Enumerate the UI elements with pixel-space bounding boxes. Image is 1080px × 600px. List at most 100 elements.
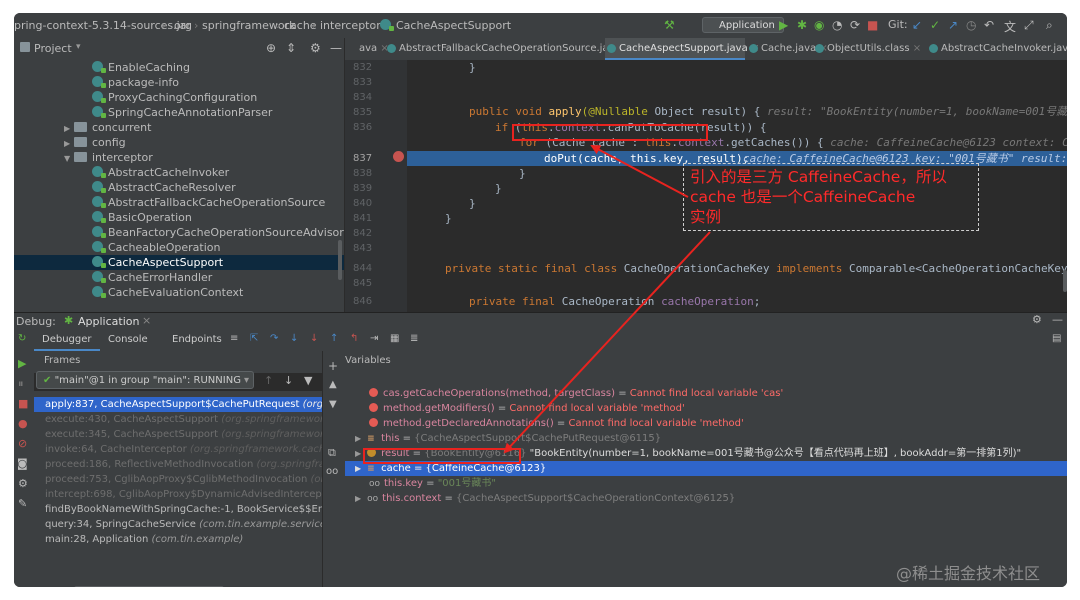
tree-item[interactable]: CacheableOperation xyxy=(14,240,344,255)
coverage-icon[interactable]: ◉ xyxy=(814,18,824,32)
evaluate-icon[interactable]: ▦ xyxy=(390,333,399,344)
tree-item[interactable]: SpringCacheAnnotationParser xyxy=(14,105,344,120)
tree-item[interactable]: EnableCaching xyxy=(14,60,344,75)
resume-icon[interactable]: ▶ xyxy=(18,357,26,370)
translate-icon[interactable]: 文 xyxy=(1004,18,1016,35)
arrow-up-icon[interactable]: ↑ xyxy=(264,374,273,387)
tab-console[interactable]: Console xyxy=(100,329,156,351)
tree-item[interactable]: BeanFactoryCacheOperationSourceAdvisor xyxy=(14,225,344,240)
tree-item[interactable]: ▶ concurrent xyxy=(14,120,344,135)
tree-item[interactable]: BasicOperation xyxy=(14,210,344,225)
history-icon[interactable]: ◷ xyxy=(966,18,976,32)
frame-item[interactable]: intercept:698, CglibAopProxy$DynamicAdvi… xyxy=(34,487,322,502)
step-out-icon[interactable]: ↑ xyxy=(330,333,338,344)
chevron-right-icon[interactable]: ▶ xyxy=(355,434,361,443)
chevron-down-icon[interactable]: ▾ xyxy=(76,42,81,52)
camera-icon[interactable]: ◙ xyxy=(17,457,28,470)
gear-icon[interactable]: ⚙ xyxy=(1032,313,1042,326)
force-step-into-icon[interactable]: ↓ xyxy=(310,333,318,344)
frames-scrollbar[interactable] xyxy=(74,586,224,587)
tree-item[interactable]: ▶ config xyxy=(14,135,344,150)
gear-icon[interactable]: ⚙ xyxy=(310,41,321,55)
settings-icon[interactable]: ⚙ xyxy=(18,477,28,490)
tree-item[interactable]: CacheErrorHandler xyxy=(14,270,344,285)
run-configuration-select[interactable]: Application ▾ xyxy=(702,17,784,47)
frame-item[interactable]: execute:345, CacheAspectSupport (org.spr… xyxy=(34,427,322,442)
minimize-icon[interactable]: — xyxy=(1052,313,1063,326)
profile-icon[interactable]: ◔ xyxy=(832,18,842,32)
breadcrumb-class[interactable]: CacheAspectSupport xyxy=(380,19,511,32)
debug-session-tab[interactable]: Application xyxy=(78,315,139,328)
expand-icon[interactable]: ⤢ xyxy=(1024,18,1034,33)
debug-icon[interactable]: ✱ xyxy=(797,18,807,32)
minimize-icon[interactable]: — xyxy=(330,41,342,55)
frame-item[interactable]: execute:430, CacheAspectSupport (org.spr… xyxy=(34,412,322,427)
step-into-icon[interactable]: ↓ xyxy=(290,333,298,344)
hammer-icon[interactable]: ⚒ xyxy=(664,18,675,32)
watches-icon[interactable]: oo xyxy=(326,466,338,477)
frame-item[interactable]: findByBookNameWithSpringCache:-1, BookSe… xyxy=(34,502,322,517)
attach-icon[interactable]: ⟳ xyxy=(850,18,860,32)
step-over-icon[interactable]: ↷ xyxy=(270,333,278,344)
locate-icon[interactable]: ⊕ xyxy=(266,41,276,55)
chevron-right-icon[interactable]: ▶ xyxy=(355,494,361,503)
chevron-right-icon[interactable]: ▶ xyxy=(64,136,74,151)
git-commit-icon[interactable]: ✓ xyxy=(930,18,940,32)
frame-item[interactable]: apply:837, CacheAspectSupport$CachePutRe… xyxy=(34,397,322,412)
close-icon[interactable]: × xyxy=(913,43,921,54)
run-icon[interactable]: ▶ xyxy=(779,18,788,32)
pause-icon[interactable]: ⏸ xyxy=(18,377,24,391)
chevron-down-icon[interactable]: ▼ xyxy=(64,151,74,166)
breakpoint-icon[interactable] xyxy=(393,151,404,162)
chevron-right-icon[interactable]: ▶ xyxy=(355,449,361,458)
mute-breakpoints-icon[interactable]: ⊘ xyxy=(18,437,27,450)
variable-row[interactable]: ▶ ≡ this = {CacheAspectSupport$CachePutReq… xyxy=(345,431,1067,446)
tab-abstract-cache-invoker[interactable]: AbstractCacheInvoker.java × xyxy=(927,38,1067,60)
frame-item[interactable]: query:34, SpringCacheService (com.tin.ex… xyxy=(34,517,322,532)
view-breakpoints-icon[interactable]: ● xyxy=(18,417,28,430)
rollback-icon[interactable]: ↶ xyxy=(984,18,994,32)
git-push-icon[interactable]: ↗ xyxy=(948,18,958,32)
stop-icon[interactable]: ■ xyxy=(18,397,28,410)
run-to-cursor-icon[interactable]: ⇥ xyxy=(370,333,378,344)
chevron-right-icon[interactable]: ▶ xyxy=(64,121,74,136)
variable-row[interactable]: oo this.key = "001号藏书" xyxy=(345,476,1067,491)
layout-icon[interactable]: ▤ xyxy=(1052,333,1061,344)
search-icon[interactable]: ⌕ xyxy=(1046,18,1053,33)
tree-item[interactable]: AbstractCacheResolver xyxy=(14,180,344,195)
breadcrumb-org[interactable]: org xyxy=(174,19,192,32)
variable-row[interactable]: cas.getCacheOperations(method, targetCla… xyxy=(345,386,1067,401)
drop-frame-icon[interactable]: ↰ xyxy=(350,333,358,344)
filter-icon[interactable]: ▼ xyxy=(304,374,312,387)
tab-object-utils[interactable]: ObjectUtils.class × xyxy=(813,38,921,60)
variable-row[interactable]: ▶ oo this.context = {CacheAspectSupport$Ca… xyxy=(345,491,1067,506)
tree-item[interactable]: package-info xyxy=(14,75,344,90)
pin-icon[interactable]: ✎ xyxy=(18,497,27,510)
collapse-icon[interactable]: ⇕ xyxy=(286,41,296,55)
tree-item-selected[interactable]: CacheAspectSupport xyxy=(14,255,344,270)
project-scrollbar[interactable] xyxy=(338,240,342,280)
chevron-right-icon[interactable]: ▶ xyxy=(355,464,361,473)
arrow-down-icon[interactable]: ▼ xyxy=(329,399,337,410)
frame-item[interactable]: proceed:186, ReflectiveMethodInvocation … xyxy=(34,457,322,472)
project-title[interactable]: Project xyxy=(34,42,72,55)
tab-debugger[interactable]: Debugger xyxy=(34,329,100,351)
show-execution-point-icon[interactable]: ⇱ xyxy=(250,333,258,344)
tree-item[interactable]: AbstractFallbackCacheOperationSource xyxy=(14,195,344,210)
tree-item[interactable]: CacheEvaluationContext xyxy=(14,285,344,300)
editor-scrollbar[interactable] xyxy=(1063,270,1067,292)
frame-item[interactable]: main:28, Application (com.tin.example) xyxy=(34,532,322,547)
tab-cache-aspect-support[interactable]: CacheAspectSupport.java × xyxy=(605,38,759,60)
copy-icon[interactable]: ⧉ xyxy=(328,446,336,460)
rerun-icon[interactable]: ↻ xyxy=(18,333,26,344)
close-icon[interactable]: × xyxy=(142,314,151,327)
tab-endpoints[interactable]: Endpoints xyxy=(164,329,230,351)
breadcrumb-springframework[interactable]: springframework xyxy=(202,19,295,32)
frame-item[interactable]: proceed:753, CglibAopProxy$CglibMethodIn… xyxy=(34,472,322,487)
trace-icon[interactable]: ≣ xyxy=(410,333,418,344)
tree-item[interactable]: ProxyCachingConfiguration xyxy=(14,90,344,105)
tree-item[interactable]: ▼ interceptor xyxy=(14,150,344,165)
stop-icon[interactable]: ■ xyxy=(867,18,878,32)
tree-item[interactable]: AbstractCacheInvoker xyxy=(14,165,344,180)
git-update-icon[interactable]: ↙ xyxy=(912,18,922,32)
